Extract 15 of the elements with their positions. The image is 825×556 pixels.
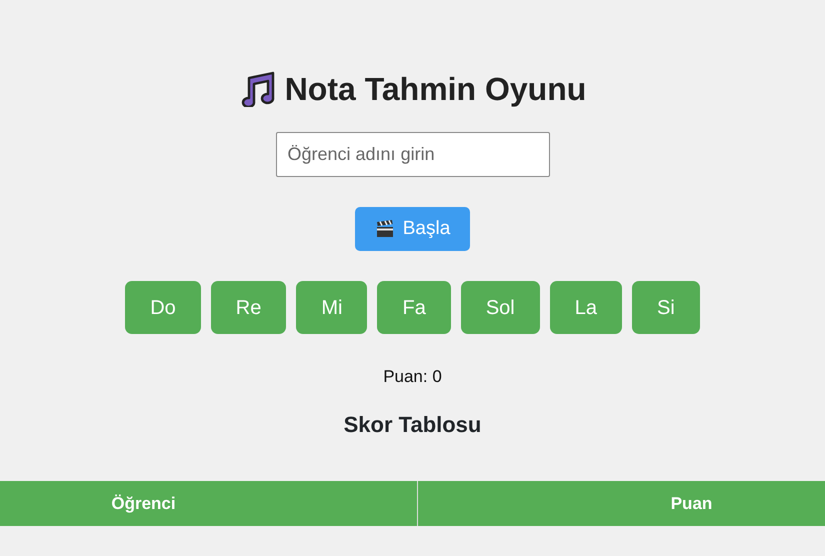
note-button[interactable]: Re	[210, 281, 286, 334]
app-title: Nota Tahmin Oyunu	[284, 70, 586, 108]
column-header: Puan	[417, 481, 825, 526]
student-name-field[interactable]: Öğrenci adını girin	[276, 132, 550, 178]
scoreboard-title: Skor Tablosu	[344, 412, 482, 438]
column-header: Öğrenci	[0, 481, 417, 526]
note-button[interactable]: La	[550, 281, 622, 334]
note-button[interactable]: Do	[125, 281, 201, 334]
note-button[interactable]: Mi	[296, 281, 368, 334]
score-text: Puan: 0	[383, 366, 442, 388]
start-button[interactable]: Başla	[354, 207, 470, 252]
note-button[interactable]: Fa	[377, 281, 451, 334]
note-button[interactable]: Si	[632, 281, 700, 334]
note-button[interactable]: Sol	[460, 281, 540, 334]
clapperboard-icon	[374, 219, 395, 240]
